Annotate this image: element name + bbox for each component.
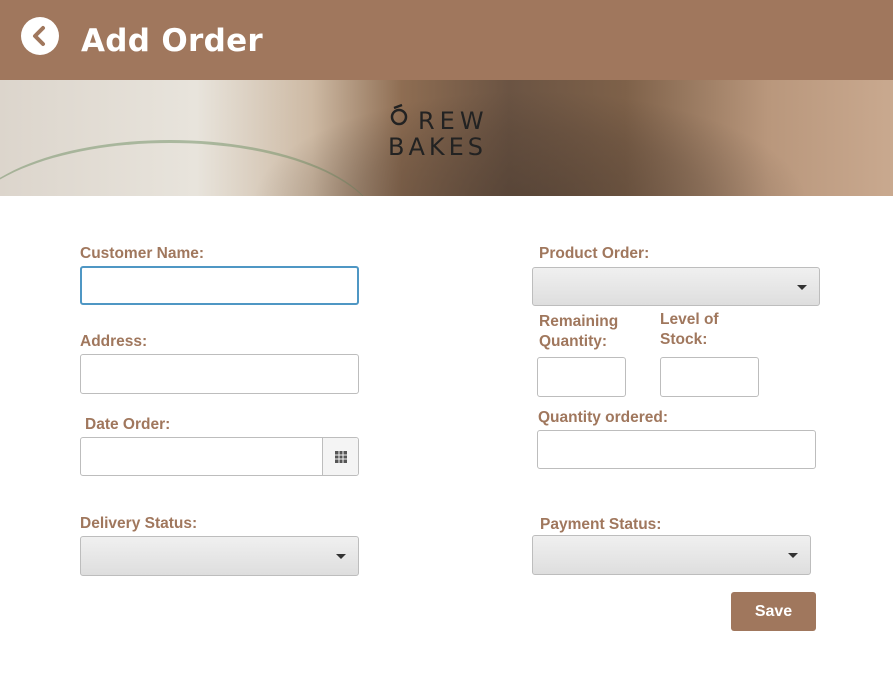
level-of-stock-label: Level of Stock: xyxy=(660,310,719,350)
date-order-label: Date Order: xyxy=(85,416,171,433)
chevron-down-icon xyxy=(336,554,346,559)
brand-line-2: BAKES xyxy=(388,133,488,161)
app-header: Add Order xyxy=(0,0,893,80)
chevron-down-icon xyxy=(788,553,798,558)
date-picker-button[interactable] xyxy=(322,438,358,475)
level-of-stock-label-line1: Level of xyxy=(660,311,719,328)
address-input[interactable] xyxy=(80,354,359,394)
product-order-label: Product Order: xyxy=(539,245,650,262)
page-title: Add Order xyxy=(81,23,264,59)
delivery-status-label: Delivery Status: xyxy=(80,515,198,532)
remaining-quantity-label-line2: Quantity: xyxy=(539,333,608,350)
payment-status-label: Payment Status: xyxy=(540,516,662,533)
customer-name-label: Customer Name: xyxy=(80,245,205,262)
brand-logo: REW BAKES xyxy=(388,108,518,160)
quantity-ordered-input[interactable] xyxy=(537,430,816,469)
chevron-down-icon xyxy=(797,284,807,290)
chevron-left-icon xyxy=(33,26,45,46)
product-order-select[interactable] xyxy=(532,267,820,306)
remaining-quantity-input[interactable] xyxy=(537,357,626,397)
brand-line-1: REW xyxy=(418,107,489,135)
back-button[interactable] xyxy=(21,17,59,55)
date-order-input[interactable] xyxy=(80,437,359,476)
calendar-icon xyxy=(335,451,347,463)
address-label: Address: xyxy=(80,333,148,350)
level-of-stock-input[interactable] xyxy=(660,357,759,397)
delivery-status-select[interactable] xyxy=(80,536,359,576)
quantity-ordered-label: Quantity ordered: xyxy=(538,409,669,426)
payment-status-select[interactable] xyxy=(532,535,811,575)
remaining-quantity-label-line1: Remaining xyxy=(539,313,619,330)
save-button[interactable]: Save xyxy=(731,592,816,631)
remaining-quantity-label: Remaining Quantity: xyxy=(539,312,618,352)
level-of-stock-label-line2: Stock: xyxy=(660,331,708,348)
customer-name-input[interactable] xyxy=(80,266,359,305)
